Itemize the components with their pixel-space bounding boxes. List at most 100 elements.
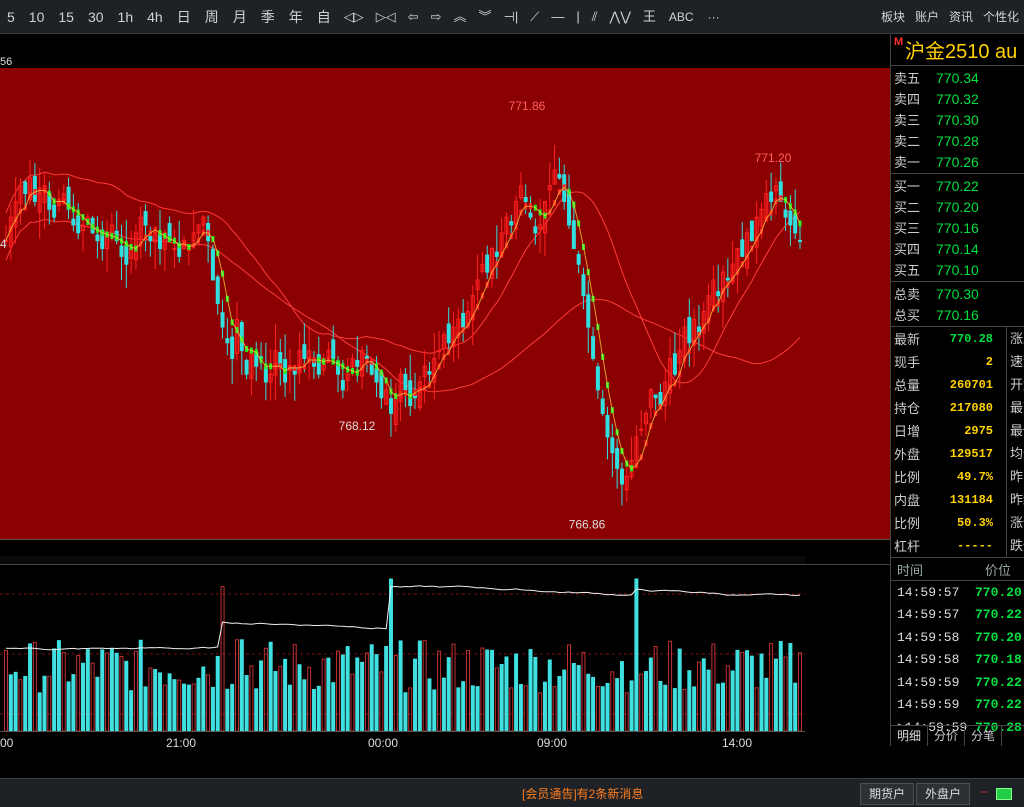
menu-0[interactable]: 板块 — [876, 0, 910, 34]
cursor-bracket-icon[interactable]: ⊣| — [498, 0, 525, 34]
volume-bar — [533, 656, 538, 732]
stat-row: 比例 50.3% 涨停 — [891, 511, 1024, 534]
tick-time: 14:59:59 — [897, 697, 960, 713]
tick-row[interactable]: 14:59:58 770.18 — [891, 649, 1024, 672]
quote-tab-0[interactable]: 明细 — [891, 726, 929, 746]
quote-tab-2[interactable]: 分笔 — [965, 726, 1003, 746]
candle-body — [610, 437, 615, 454]
asks-row[interactable]: 卖一 770.26 — [891, 151, 1024, 172]
candle-body — [576, 254, 581, 265]
stats-table: 最新 770.28 涨跌现手 2 速涨总量 260701 开盘持仓 217080 最高日增 297… — [891, 327, 1024, 558]
period-7[interactable]: 周 — [198, 0, 226, 34]
more-icon[interactable]: ··· — [701, 0, 727, 34]
volume-bar — [220, 586, 225, 732]
volume-bar — [716, 683, 721, 732]
fib-icon[interactable]: 王 — [637, 0, 662, 34]
candle-body — [533, 226, 538, 234]
candle-body — [364, 355, 369, 359]
period-1[interactable]: 10 — [22, 0, 52, 34]
tick-row[interactable]: 14:59:59 770.22 — [891, 671, 1024, 694]
compress-horizontal-icon[interactable]: ▷◁ — [370, 0, 402, 34]
period-8[interactable]: 月 — [226, 0, 254, 34]
foreign-account-button[interactable]: 外盘户 — [916, 783, 971, 805]
stat-value: 770.28 — [949, 331, 993, 346]
period-11[interactable]: 自 — [310, 0, 338, 34]
tick-row[interactable]: 14:59:57 770.22 — [891, 604, 1024, 627]
stat-label: 杠杆 — [894, 539, 921, 554]
arrow-right-icon[interactable]: ⇨ — [425, 0, 448, 34]
totals-row[interactable]: 总买 770.16 — [891, 304, 1024, 325]
volume-bar — [225, 688, 230, 732]
asks-row[interactable]: 卖五 770.34 — [891, 67, 1024, 88]
hline-icon[interactable]: — — [545, 0, 570, 34]
period-4[interactable]: 1h — [111, 0, 141, 34]
bids-row[interactable]: 买四 770.14 — [891, 238, 1024, 259]
wave-icon[interactable]: ⋀⋁ — [604, 0, 637, 34]
bids-row[interactable]: 买三 770.16 — [891, 217, 1024, 238]
member-notice-link[interactable]: [会员通告]有2条新消息 — [522, 785, 643, 802]
quote-tab-1[interactable]: 分价 — [928, 726, 966, 746]
asks-row[interactable]: 卖二 770.28 — [891, 130, 1024, 151]
futures-account-button[interactable]: 期货户 — [860, 783, 915, 805]
stat-label: 比例 — [894, 470, 921, 485]
volume-bar — [76, 655, 81, 732]
bids-row[interactable]: 买二 770.20 — [891, 196, 1024, 217]
volume-bar — [42, 675, 47, 732]
stat-value: 217080 — [949, 400, 993, 415]
double-chevron-up-icon[interactable]: ︽ — [448, 0, 473, 34]
volume-bar — [446, 657, 451, 732]
asks-row[interactable]: 卖三 770.30 — [891, 109, 1024, 130]
tick-price: 770.22 — [975, 697, 1022, 713]
candle-body — [600, 398, 605, 414]
volume-bar — [485, 649, 490, 732]
totals-row[interactable]: 总卖 770.30 — [891, 283, 1024, 304]
volume-bar — [528, 649, 533, 732]
vline-icon[interactable]: | — [570, 0, 585, 34]
period-3[interactable]: 30 — [81, 0, 111, 34]
chart-svg[interactable]: 56 771.86 768.12 766.86 771.20 4 00 21:00 00:00 0… — [0, 34, 890, 754]
period-5[interactable]: 4h — [140, 0, 170, 34]
channel-icon[interactable]: ⫽ — [586, 0, 604, 34]
abc-text-icon[interactable]: ABC — [662, 0, 701, 34]
volume-bar — [345, 646, 350, 732]
menu-2[interactable]: 资讯 — [944, 0, 978, 34]
period-10[interactable]: 年 — [282, 0, 310, 34]
period-6[interactable]: 日 — [170, 0, 198, 34]
bids-row[interactable]: 买一 770.22 — [891, 175, 1024, 196]
asks-label: 卖四 — [894, 92, 921, 107]
bids-price: 770.20 — [936, 198, 979, 215]
candle-body — [571, 220, 576, 250]
tick-row[interactable]: 14:59:59 770.22 — [891, 694, 1024, 717]
period-9[interactable]: 季 — [254, 0, 282, 34]
tick-time: 14:59:58 — [897, 629, 960, 645]
volume-bar — [677, 648, 682, 732]
bids-row[interactable]: 买五 770.10 — [891, 259, 1024, 280]
expand-horizontal-icon[interactable]: ◁▷ — [338, 0, 370, 34]
volume-bar — [798, 652, 802, 732]
tick-list[interactable]: 14:59:57 770.20 14:59:57 770.22 14:59:58 770.… — [891, 581, 1024, 739]
candle-body — [725, 277, 730, 281]
volume-bar — [721, 682, 726, 732]
period-0[interactable]: 5 — [0, 0, 22, 34]
volume-bar — [480, 647, 485, 732]
toolbar: 5 10 15 30 1h 4h 日周月季年自 ◁▷ ▷◁ ⇦ ⇨ ︽ ︾ ⊣| ⟋ — | ⫽ ⋀⋁ 王 ABC ···… — [0, 0, 1024, 34]
volume-bar — [215, 655, 220, 732]
period-2[interactable]: 15 — [51, 0, 81, 34]
menu-1[interactable]: 账户 — [910, 0, 944, 34]
x-tick-label: 09:00 — [537, 736, 567, 750]
double-chevron-down-icon[interactable]: ︾ — [473, 0, 498, 34]
volume-bar — [311, 688, 316, 732]
volume-bar — [384, 645, 389, 732]
tick-row[interactable]: 14:59:57 770.20 — [891, 581, 1024, 604]
volume-bar — [268, 641, 273, 732]
main-chart[interactable]: 56 771.86 768.12 766.86 771.20 4 00 21:00 00:00 0… — [0, 34, 890, 754]
x-tick-label: 00:00 — [368, 736, 398, 750]
volume-bar — [591, 676, 596, 732]
arrow-left-icon[interactable]: ⇦ — [402, 0, 425, 34]
asks-row[interactable]: 卖四 770.32 — [891, 88, 1024, 109]
menu-3[interactable]: 个性化 — [978, 0, 1024, 34]
totals-price: 770.30 — [936, 285, 979, 302]
line-draw-icon[interactable]: ⟋ — [524, 0, 545, 34]
tick-row[interactable]: 14:59:58 770.20 — [891, 626, 1024, 649]
volume-bar — [8, 674, 13, 732]
